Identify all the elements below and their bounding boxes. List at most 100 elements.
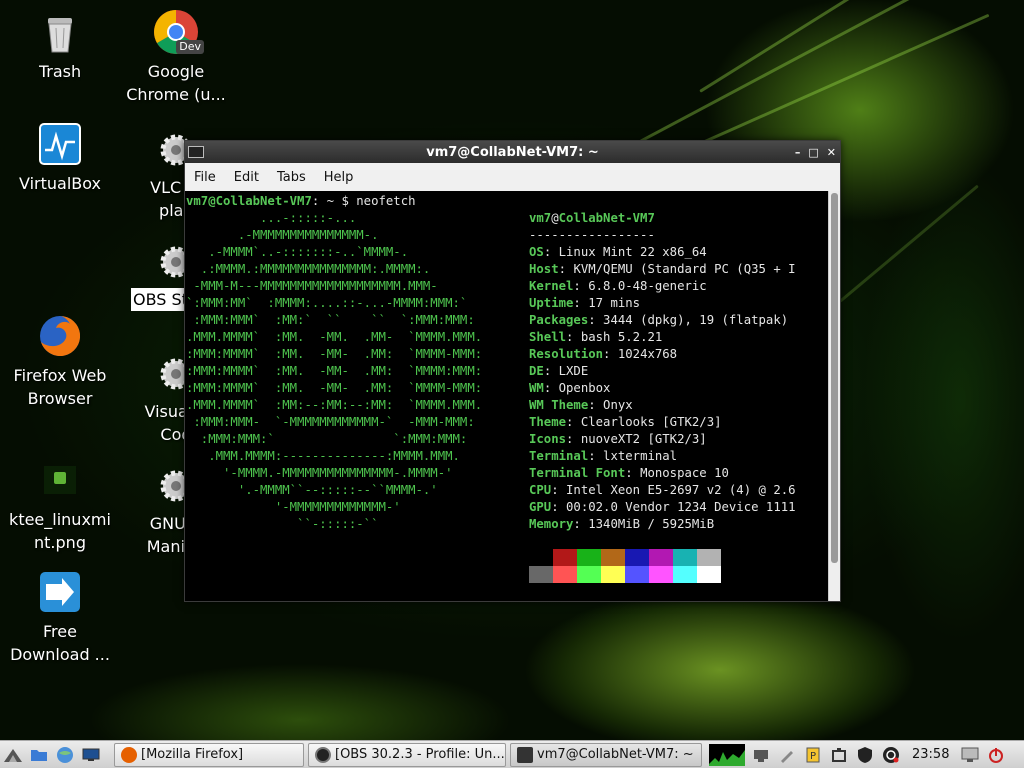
menu-help[interactable]: Help [315,170,363,185]
logo-line: .-MMMMMMMMMMMMMMM-. [186,228,379,242]
neofetch-info: OS: Linux Mint 22 x86_64 Host: KVM/QEMU (… [529,244,796,533]
info-key: Host [529,262,559,276]
info-line: WM: Openbox [529,381,611,395]
info-line: Uptime: 17 mins [529,296,641,310]
virtualbox-icon [36,120,84,168]
task-firefox[interactable]: [Mozilla Firefox] [114,742,304,767]
logo-line: :MMM:MMM- `-MMMMMMMMMMMM-` -MMM-MMM: [186,415,475,429]
neofetch-separator: ----------------- [529,228,655,242]
info-value: 1340MiB / 5925MiB [588,517,715,531]
info-key: Terminal [529,449,589,463]
prompt-user: vm7@CollabNet-VM7 [186,194,312,208]
desktop-icon-ktee-linuxmint-png[interactable]: ktee_linuxmi nt.png [5,456,115,554]
wallpaper-streak [839,184,979,303]
clipboard-icon[interactable]: P [802,744,824,766]
info-key: CPU [529,483,552,497]
info-key: WM Theme [529,398,589,412]
firefox-icon [121,746,137,763]
scrollbar-thumb[interactable] [831,193,838,563]
info-value: Openbox [558,381,611,395]
desktop-icon-label: Free Download ... [10,622,110,664]
browser-icon[interactable] [54,744,76,766]
download-manager-icon [36,568,84,616]
color-swatch [673,549,697,566]
network-icon[interactable] [750,744,772,766]
desktop-icon-firefox[interactable]: Firefox Web Browser [5,312,115,410]
wallpaper-streak [699,0,973,93]
info-line: Terminal: lxterminal [529,449,678,463]
color-swatch [601,549,625,566]
info-at: @ [551,211,559,225]
logo-line: -MMM-M---MMMMMMMMMMMMMMMMMMM.MMM- [186,279,438,293]
file-manager-icon[interactable] [28,744,50,766]
info-value: Intel Xeon E5-2697 v2 (4) @ 2.6 [566,483,796,497]
logo-line: ...-:::::-... [186,211,357,225]
desktop-icon-label: Firefox Web Browser [13,366,107,408]
dev-badge: Dev [176,40,204,54]
color-swatch [697,566,721,583]
desktop-icon-free-download-manager[interactable]: Free Download ... [5,568,115,666]
menu-tabs[interactable]: Tabs [268,170,315,185]
shield-icon[interactable] [854,744,876,766]
color-swatch [697,549,721,566]
terminal-output[interactable]: vm7@CollabNet-VM7: ~ $ neofetch ...-::::… [185,191,840,601]
desktop-icon-label: VirtualBox [18,174,102,193]
logo-line: .MMM.MMMM` :MM:--:MM:--:MM: `MMMM.MMM. [186,398,483,412]
info-key: Kernel [529,279,574,293]
clock[interactable]: 23:58 [912,747,949,762]
power-icon[interactable] [985,744,1007,766]
color-palette [529,549,721,583]
menu-edit[interactable]: Edit [225,170,268,185]
minimize-button[interactable]: – [795,146,801,159]
info-value: 1024x768 [617,347,678,361]
info-value: 6.8.0-48-generic [588,279,707,293]
info-value: Onyx [603,398,633,412]
info-key: Packages [529,313,589,327]
info-value: Clearlooks [GTK2/3] [580,415,722,429]
menu-file[interactable]: File [185,170,225,185]
info-key: Icons [529,432,567,446]
task-terminal[interactable]: vm7@CollabNet-VM7: ~ [510,742,702,767]
mint-ascii-logo: ...-:::::-... .-MMMMMMMMMMMMMMM-. .-MMMM… [186,210,482,533]
info-value: Linux Mint 22 x86_64 [558,245,707,259]
info-key: GPU [529,500,552,514]
svg-text:P: P [810,751,816,762]
desktop-icon-virtualbox[interactable]: VirtualBox [5,120,115,195]
info-value: nuoveXT2 [GTK2/3] [580,432,707,446]
info-line: Icons: nuoveXT2 [GTK2/3] [529,432,707,446]
mint-menu-icon[interactable] [2,744,24,766]
update-manager-icon[interactable] [828,744,850,766]
info-value: Monospace 10 [640,466,729,480]
color-swatch [577,566,601,583]
info-value: KVM/QEMU (Standard PC (Q35 + I [573,262,796,276]
color-swatch [553,549,577,566]
screen-lock-icon[interactable] [959,744,981,766]
info-value: 17 mins [588,296,641,310]
color-swatch [625,566,649,583]
task-obs[interactable]: [OBS 30.2.3 - Profile: Un... [308,742,506,767]
info-line: Kernel: 6.8.0-48-generic [529,279,707,293]
close-button[interactable]: ✕ [827,146,836,159]
info-line: Memory: 1340MiB / 5925MiB [529,517,715,531]
logo-line: .MMM.MMMM:--------------:MMMM.MMM. [186,449,460,463]
terminal-scrollbar[interactable] [828,191,840,601]
info-line: Resolution: 1024x768 [529,347,678,361]
desktop-icon-label: Trash [38,62,82,81]
logo-line: ``-:::::-`` [186,517,379,531]
terminal-titlebar[interactable]: vm7@CollabNet-VM7: ~ – □ ✕ [185,141,840,163]
info-value: lxterminal [603,449,678,463]
desktop-icon-label: Google Chrome (u... [126,62,226,104]
prompt-command: neofetch [356,194,416,208]
desktop-icon-trash[interactable]: Trash [5,8,115,83]
obs-tray-icon[interactable] [880,744,902,766]
info-key: Uptime [529,296,574,310]
info-value: 00:02.0 Vendor 1234 Device 1111 [566,500,796,514]
usb-icon[interactable] [776,744,798,766]
logo-line: '.-MMMM``--:::::--``MMMM-.' [186,483,438,497]
terminal-window[interactable]: vm7@CollabNet-VM7: ~ – □ ✕ File Edit Tab… [184,140,841,602]
desktop-icon-google-chrome[interactable]: Dev Google Chrome (u... [121,8,231,106]
info-key: Resolution [529,347,604,361]
maximize-button[interactable]: □ [808,146,818,159]
obs-icon [315,746,331,763]
show-desktop-icon[interactable] [80,744,102,766]
